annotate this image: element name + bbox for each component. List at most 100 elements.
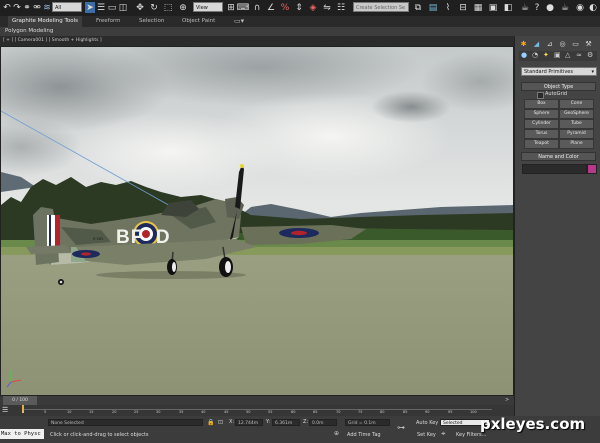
- render-sphere-icon[interactable]: ●: [545, 2, 555, 13]
- edit-named-selection-icon[interactable]: ◈: [308, 2, 318, 13]
- redo-icon[interactable]: ↷: [12, 2, 22, 13]
- tab-graphite-modeling-tools[interactable]: Graphite Modeling Tools: [8, 16, 83, 27]
- help-icon[interactable]: ?: [532, 2, 542, 13]
- main-toolbar: ↶ ↷ ⚭ ⚮ ≋ All ➤ ☰ ▭ ◫ ✥ ↻ ⬚ ⊕ View ⊞ ⌨ ∩…: [0, 0, 600, 17]
- rectangle-selection-icon[interactable]: ▭: [107, 2, 117, 13]
- absolute-mode-icon[interactable]: ⊡: [218, 419, 223, 426]
- display-tab-icon[interactable]: ▭: [571, 39, 580, 48]
- snap-icon[interactable]: ∩: [252, 2, 262, 13]
- systems-icon[interactable]: ⚙: [587, 51, 593, 59]
- torus-button[interactable]: Torus: [524, 129, 559, 139]
- create-tab-icon[interactable]: ✱: [519, 39, 528, 48]
- schematic-view-icon[interactable]: ⊟: [458, 2, 468, 13]
- tube-button[interactable]: Tube: [559, 119, 594, 129]
- lights-icon[interactable]: ✦: [543, 51, 549, 59]
- space-warps-icon[interactable]: ≈: [576, 51, 582, 59]
- render-icon[interactable]: ☕: [520, 2, 530, 13]
- time-slider-thumb[interactable]: 0 / 100: [3, 396, 37, 405]
- tick-label: 65: [313, 410, 318, 414]
- curve-editor-icon[interactable]: ⌇: [443, 2, 453, 13]
- tab-object-paint[interactable]: Object Paint: [178, 16, 219, 27]
- object-name-field[interactable]: [522, 164, 587, 174]
- auto-key-button[interactable]: Auto Key: [416, 420, 438, 426]
- time-slider[interactable]: 0 / 100 >: [0, 396, 514, 405]
- render-setup-icon[interactable]: ▣: [488, 2, 498, 13]
- graphite-icon[interactable]: ▤: [428, 2, 438, 13]
- render-teapot-icon[interactable]: ☕: [560, 2, 570, 13]
- add-time-tag[interactable]: Add Time Tag: [347, 432, 381, 438]
- shapes-icon[interactable]: ◔: [532, 51, 538, 59]
- maxscript-listener[interactable]: Max to Physc: [0, 429, 44, 439]
- tab-selection[interactable]: Selection: [135, 16, 168, 27]
- object-color-swatch[interactable]: [587, 164, 597, 174]
- keyboard-shortcut-icon[interactable]: ⌨: [237, 2, 250, 13]
- named-selection-dropdown[interactable]: Create Selection Se: [353, 2, 409, 12]
- select-object-icon[interactable]: ➤: [85, 2, 95, 13]
- camera-viewport[interactable]: BF D R·X83: [0, 46, 514, 396]
- z-coordinate-field[interactable]: 0.0m: [309, 419, 337, 426]
- plane-button[interactable]: Plane: [559, 139, 594, 149]
- key-filter-icon[interactable]: ⌖: [441, 429, 446, 439]
- bind-space-warp-icon[interactable]: ≋: [42, 2, 52, 13]
- ribbon-panel: [0, 27, 600, 36]
- teapot-button[interactable]: Teapot: [524, 139, 559, 149]
- polygon-modeling-label[interactable]: Polygon Modeling: [5, 27, 53, 36]
- pyramid-button[interactable]: Pyramid: [559, 129, 594, 139]
- utilities-tab-icon[interactable]: ⚒: [584, 39, 593, 48]
- helpers-icon[interactable]: △: [565, 51, 570, 59]
- percent-snap-icon[interactable]: %: [280, 2, 290, 13]
- hierarchy-tab-icon[interactable]: ⊿: [545, 39, 554, 48]
- set-key-button[interactable]: Set Key: [417, 432, 436, 438]
- trackbar-toggle-icon[interactable]: ☰: [2, 406, 8, 414]
- spinner-snap-icon[interactable]: ⇕: [294, 2, 304, 13]
- select-and-rotate-icon[interactable]: ↻: [149, 2, 159, 13]
- viewport-shading-icon[interactable]: ◐: [588, 2, 598, 13]
- unlink-icon[interactable]: ⚮: [32, 2, 42, 13]
- angle-snap-icon[interactable]: ∠: [266, 2, 276, 13]
- aircraft-markings: BF D: [116, 227, 171, 248]
- rendered-frame-icon[interactable]: ◧: [503, 2, 513, 13]
- select-and-scale-icon[interactable]: ⬚: [163, 2, 173, 13]
- select-and-move-icon[interactable]: ✥: [135, 2, 145, 13]
- link-icon[interactable]: ⚭: [22, 2, 32, 13]
- selection-lock-icon[interactable]: 🔒: [207, 419, 214, 426]
- tab-freeform[interactable]: Freeform: [92, 16, 125, 27]
- cone-button[interactable]: Cone: [559, 99, 594, 109]
- prompt-line: Click or click-and-drag to select object…: [50, 432, 149, 438]
- select-by-name-icon[interactable]: ☰: [96, 2, 106, 13]
- category-dropdown[interactable]: Standard Primitives ▾: [521, 67, 597, 76]
- align-icon[interactable]: ☷: [336, 2, 346, 13]
- ref-coord-dropdown[interactable]: View: [193, 2, 223, 12]
- sphere-button[interactable]: Sphere: [524, 109, 559, 119]
- selection-filter-dropdown[interactable]: All: [52, 2, 82, 12]
- motion-tab-icon[interactable]: ◎: [558, 39, 567, 48]
- time-slider-next-icon[interactable]: >: [505, 397, 509, 403]
- modify-tab-icon[interactable]: ◢: [532, 39, 541, 48]
- material-editor-icon[interactable]: ▦: [473, 2, 483, 13]
- autogrid-checkbox[interactable]: [537, 92, 544, 99]
- geosphere-button[interactable]: GeoSphere: [559, 109, 594, 119]
- x-coordinate-field[interactable]: 12.744m: [235, 419, 263, 426]
- geometry-icon[interactable]: ●: [521, 51, 527, 59]
- key-icon[interactable]: ⊶: [397, 423, 405, 432]
- ribbon-options-icon[interactable]: ▭▾: [230, 16, 248, 27]
- box-button[interactable]: Box: [524, 99, 559, 109]
- pivot-icon[interactable]: ⊕: [178, 2, 188, 13]
- time-tag-icon[interactable]: ⊕: [334, 430, 339, 437]
- window-crossing-icon[interactable]: ◫: [118, 2, 128, 13]
- y-coordinate-field[interactable]: 6.361m: [272, 419, 300, 426]
- watermark: pxleyes.com: [480, 415, 586, 433]
- layer-icon[interactable]: ⧉: [413, 2, 423, 13]
- environment-icon[interactable]: ◉: [575, 2, 585, 13]
- name-color-rollout-title[interactable]: Name and Color: [521, 152, 596, 161]
- cameras-icon[interactable]: ▣: [554, 51, 561, 59]
- cylinder-button[interactable]: Cylinder: [524, 119, 559, 129]
- mirror-icon[interactable]: ⇋: [322, 2, 332, 13]
- viewport-label-bar: [ + ] [ Camera001 ] [ Smooth + Highlight…: [0, 36, 514, 46]
- undo-icon[interactable]: ↶: [2, 2, 12, 13]
- select-manipulate-icon[interactable]: ⊞: [226, 2, 236, 13]
- track-bar[interactable]: ☰ 0 5 10 15 20 25 30 35 40 45 50 55 60 6…: [0, 405, 514, 416]
- tick-label: 45: [224, 410, 229, 414]
- viewport-label[interactable]: [ + ] [ Camera001 ] [ Smooth + Highlight…: [3, 38, 102, 43]
- object-type-rollout-title[interactable]: Object Type: [521, 82, 596, 91]
